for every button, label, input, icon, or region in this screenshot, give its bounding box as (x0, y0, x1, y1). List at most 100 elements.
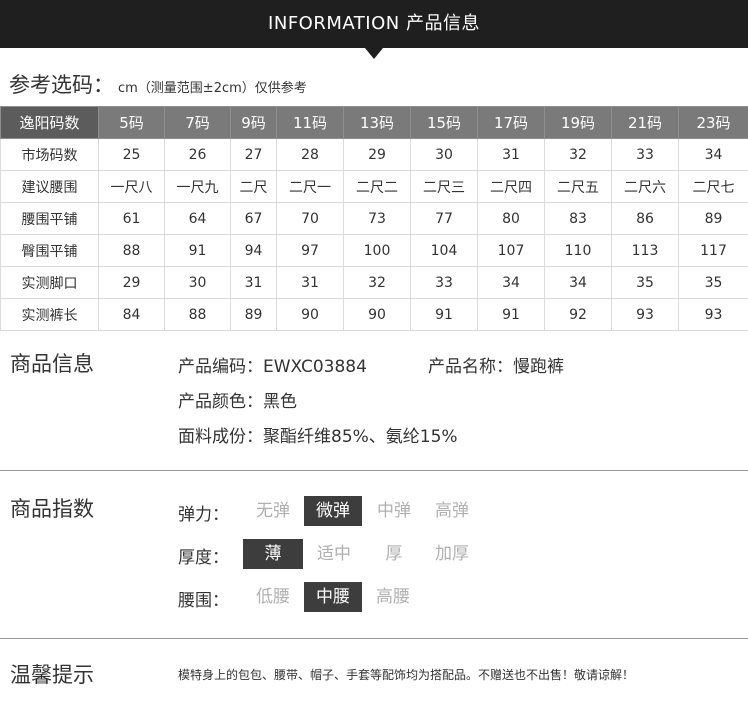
size-table: 逸阳码数 5码 7码 9码 11码 13码 15码 17码 19码 21码 23… (0, 106, 748, 331)
table-cell: 90 (276, 298, 344, 331)
column-header: 21码 (611, 106, 679, 139)
size-heading-label: 参考选码： (9, 73, 114, 97)
table-cell: 二尺七 (678, 170, 748, 203)
table-cell: 67 (230, 202, 277, 235)
table-cell: 34 (477, 266, 545, 299)
table-cell: 86 (611, 202, 679, 235)
section-divider (0, 638, 748, 639)
product-info-title: 商品信息 (10, 352, 94, 376)
table-cell: 97 (276, 234, 344, 267)
table-cell: 33 (611, 138, 679, 171)
column-header: 逸阳码数 (0, 106, 99, 139)
table-cell: 88 (164, 298, 231, 331)
table-cell: 70 (276, 202, 344, 235)
row-label: 腰围平铺 (0, 202, 99, 235)
table-cell: 77 (410, 202, 478, 235)
size-heading: 参考选码： cm（测量范围±2cm）仅供参考 (9, 70, 307, 100)
product-code: 产品编码：EWXC03884 (178, 357, 367, 377)
column-header: 19码 (544, 106, 612, 139)
table-cell: 94 (230, 234, 277, 267)
table-cell: 34 (544, 266, 612, 299)
table-cell: 30 (410, 138, 478, 171)
column-header: 13码 (343, 106, 411, 139)
table-cell: 二尺一 (276, 170, 344, 203)
thickness-option-thick[interactable]: 厚 (368, 539, 420, 569)
table-cell: 二尺二 (343, 170, 411, 203)
product-color: 产品颜色：黑色 (178, 392, 297, 412)
column-header: 23码 (678, 106, 748, 139)
product-name: 产品名称：慢跑裤 (428, 357, 564, 377)
table-row: 臀围平铺 88 91 94 97 100 104 107 110 113 117 (0, 234, 748, 267)
column-header: 5码 (98, 106, 165, 139)
table-cell: 31 (230, 266, 277, 299)
elasticity-option-slight[interactable]: 微弹 (304, 496, 362, 526)
row-label: 实测裤长 (0, 298, 99, 331)
product-index-title: 商品指数 (10, 497, 94, 521)
elasticity-option-medium[interactable]: 中弹 (368, 496, 420, 526)
size-heading-note: cm（测量范围±2cm）仅供参考 (118, 81, 307, 96)
table-cell: 29 (98, 266, 165, 299)
table-cell: 33 (410, 266, 478, 299)
table-cell: 117 (678, 234, 748, 267)
table-cell: 30 (164, 266, 231, 299)
elasticity-option-none[interactable]: 无弹 (247, 496, 299, 526)
table-cell: 91 (164, 234, 231, 267)
table-cell: 92 (544, 298, 612, 331)
table-cell: 34 (678, 138, 748, 171)
table-cell: 90 (343, 298, 411, 331)
banner-title: INFORMATION 产品信息 (268, 13, 480, 34)
table-cell: 35 (678, 266, 748, 299)
elasticity-option-high[interactable]: 高弹 (426, 496, 478, 526)
table-cell: 31 (477, 138, 545, 171)
table-cell: 二尺五 (544, 170, 612, 203)
table-cell: 73 (343, 202, 411, 235)
table-cell: 91 (477, 298, 545, 331)
waist-label: 腰围： (178, 591, 229, 611)
table-cell: 29 (343, 138, 411, 171)
table-row: 腰围平铺 61 64 67 70 73 77 80 83 86 89 (0, 202, 748, 235)
tips-title: 温馨提示 (10, 663, 94, 687)
table-cell: 一尺八 (98, 170, 165, 203)
table-cell: 88 (98, 234, 165, 267)
table-cell: 100 (343, 234, 411, 267)
row-label: 建议腰围 (0, 170, 99, 203)
tips-text: 模特身上的包包、腰带、帽子、手套等配饰均为搭配品。不赠送也不出售！敬请谅解！ (178, 668, 635, 682)
table-cell: 27 (230, 138, 277, 171)
table-cell: 28 (276, 138, 344, 171)
thickness-option-moderate[interactable]: 适中 (308, 539, 360, 569)
row-label: 臀围平铺 (0, 234, 99, 267)
product-fabric: 面料成份：聚酯纤维85%、氨纶15% (178, 427, 458, 447)
table-cell: 89 (678, 202, 748, 235)
waist-option-mid[interactable]: 中腰 (304, 582, 362, 612)
table-row: 实测裤长 84 88 89 90 90 91 91 92 93 93 (0, 298, 748, 331)
table-cell: 113 (611, 234, 679, 267)
table-cell: 89 (230, 298, 277, 331)
column-header: 7码 (164, 106, 231, 139)
table-cell: 91 (410, 298, 478, 331)
table-cell: 61 (98, 202, 165, 235)
table-cell: 32 (544, 138, 612, 171)
banner-notch (365, 48, 383, 59)
column-header: 11码 (276, 106, 344, 139)
table-row: 实测脚口 29 30 31 31 32 33 34 34 35 35 (0, 266, 748, 299)
table-cell: 31 (276, 266, 344, 299)
table-cell: 83 (544, 202, 612, 235)
table-cell: 25 (98, 138, 165, 171)
thickness-option-extra-thick[interactable]: 加厚 (426, 539, 478, 569)
table-cell: 93 (611, 298, 679, 331)
thickness-label: 厚度： (178, 548, 229, 568)
waist-option-high[interactable]: 高腰 (367, 582, 419, 612)
table-cell: 二尺 (230, 170, 277, 203)
table-cell: 64 (164, 202, 231, 235)
table-cell: 93 (678, 298, 748, 331)
table-cell: 二尺四 (477, 170, 545, 203)
elasticity-label: 弹力： (178, 505, 229, 525)
table-cell: 110 (544, 234, 612, 267)
waist-option-low[interactable]: 低腰 (247, 582, 299, 612)
table-cell: 35 (611, 266, 679, 299)
table-cell: 一尺九 (164, 170, 231, 203)
table-cell: 84 (98, 298, 165, 331)
row-label: 实测脚口 (0, 266, 99, 299)
thickness-option-thin[interactable]: 薄 (243, 539, 303, 569)
table-cell: 32 (343, 266, 411, 299)
